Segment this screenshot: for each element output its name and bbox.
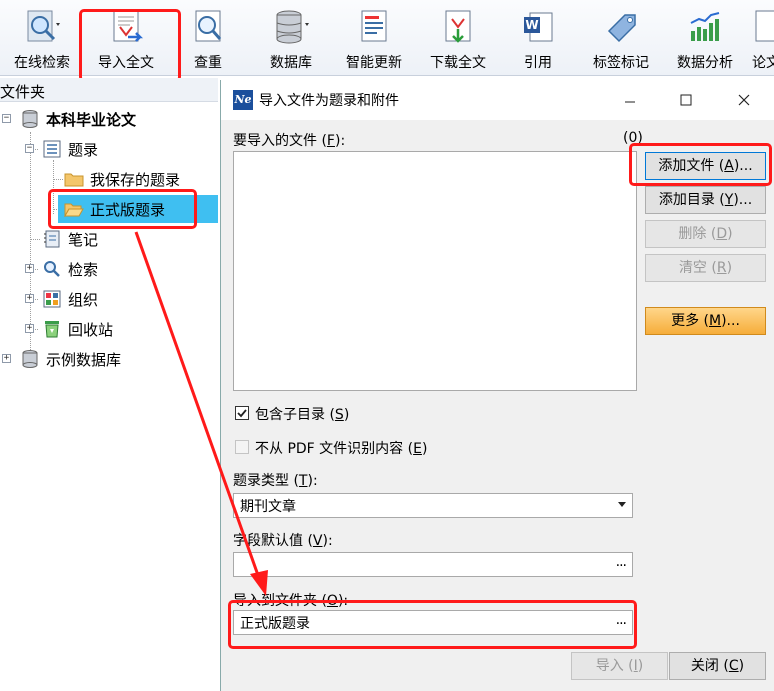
annotation-arrow xyxy=(134,231,268,596)
